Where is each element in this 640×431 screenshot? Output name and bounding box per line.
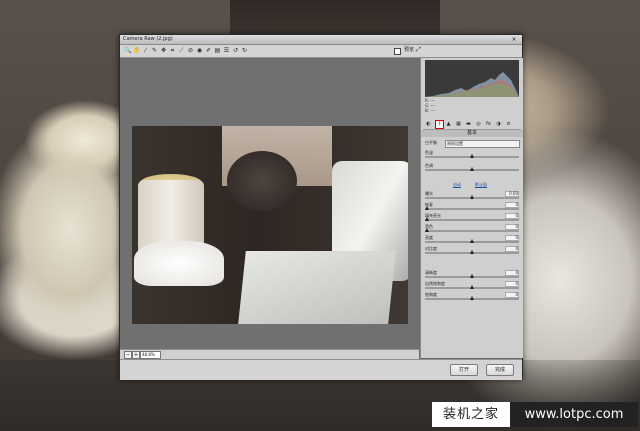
crop-tool-icon[interactable]: ⌗ (169, 47, 176, 54)
recovery-slider-thumb[interactable] (424, 206, 429, 210)
camera-raw-dialog: Camera Raw (2.jpg) × 🔍 ✋ ⁄ ✎ ✥ ⌗ ⟋ ⊘ ◉ ✐ ▤ ☰ ↺ ↻ 预览 ⤢… (119, 34, 523, 380)
image-canvas[interactable] (120, 58, 419, 349)
panel-section-title: 基本 (421, 130, 523, 137)
contrast-slider-row: 对比度 0 (425, 246, 519, 256)
adjustment-brush-icon[interactable]: ✐ (205, 47, 212, 54)
tint-slider-row: 色调 (425, 163, 519, 173)
graduated-filter-icon[interactable]: ▤ (214, 47, 221, 54)
fullscreen-icon[interactable]: ⤢ (416, 47, 422, 53)
tab-hsl-icon[interactable]: ▦ (455, 121, 462, 128)
target-adjust-tool-icon[interactable]: ✥ (160, 47, 167, 54)
close-icon[interactable]: × (509, 36, 519, 43)
hand-tool-icon[interactable]: ✋ (133, 47, 140, 54)
blacks-slider-track[interactable] (425, 230, 519, 232)
auto-link[interactable]: 自动 (453, 182, 461, 188)
vibrance-label: 自然饱和度 (425, 281, 445, 286)
rgb-readout: R: --- G: --- B: --- (425, 98, 519, 118)
vibrance-slider-thumb[interactable] (470, 285, 474, 289)
brightness-label: 亮度 (425, 235, 433, 240)
tab-effects-icon[interactable]: fx (485, 121, 492, 128)
adjustment-panel: R: --- G: --- B: --- ◐ ⌇ ▲ ▦ ▬ ◎ fx ◑ ≡ 基本 白平衡 原… (420, 58, 523, 358)
temperature-label: 色温 (425, 150, 433, 155)
photo-knee (227, 151, 297, 211)
histogram (425, 60, 519, 97)
dialog-footer: 打开 完成 (120, 359, 522, 380)
preferences-icon[interactable]: ☰ (223, 47, 230, 54)
white-balance-tool-icon[interactable]: ⁄ (142, 47, 149, 54)
blacks-slider-row: 黑色 0 (424, 224, 519, 234)
vibrance-slider-row: 自然饱和度 0 (425, 281, 519, 291)
default-link[interactable]: 默认值 (475, 182, 487, 188)
tab-basic-icon[interactable]: ◐ (425, 121, 432, 128)
white-balance-label: 白平衡 (425, 140, 437, 145)
red-eye-tool-icon[interactable]: ◉ (196, 47, 203, 54)
title-bar[interactable]: Camera Raw (2.jpg) × (120, 35, 522, 45)
open-button[interactable]: 打开 (450, 364, 478, 376)
preview-checkbox[interactable] (394, 48, 401, 55)
clarity-slider-row: 清晰度 0 (425, 270, 519, 280)
auto-default-row: 自动 默认值 (425, 182, 519, 188)
photo-magazine (238, 251, 396, 324)
white-balance-row: 白平衡 原照设置 (425, 139, 520, 148)
straighten-tool-icon[interactable]: ⟋ (178, 47, 185, 54)
zoom-bar: − + 48.8% (120, 349, 419, 359)
photo-cream-cup (134, 241, 224, 286)
saturation-slider-row: 饱和度 0 (425, 292, 519, 302)
histogram-graph (425, 72, 519, 97)
color-sampler-tool-icon[interactable]: ✎ (151, 47, 158, 54)
tab-detail-icon[interactable]: ▲ (445, 121, 452, 128)
preview-image[interactable] (132, 126, 408, 324)
tab-split-toning-icon[interactable]: ▬ (465, 121, 472, 128)
watermark: 装机之家 www.lotpc.com (432, 402, 638, 427)
saturation-slider-thumb[interactable] (470, 296, 474, 300)
tab-lens-icon[interactable]: ◎ (475, 121, 482, 128)
blacks-slider-thumb[interactable] (424, 228, 429, 232)
clarity-slider-thumb[interactable] (470, 274, 474, 278)
preview-label: 预览 (403, 47, 414, 53)
temperature-slider-row: 色温 (425, 150, 519, 160)
watermark-url: www.lotpc.com (510, 402, 638, 427)
temperature-slider-thumb[interactable] (470, 154, 474, 158)
white-balance-select[interactable]: 原照设置 (445, 140, 520, 148)
clarity-label: 清晰度 (425, 270, 437, 275)
window-title: Camera Raw (2.jpg) (123, 36, 173, 42)
fill-light-slider-thumb[interactable] (424, 217, 429, 221)
tab-presets-icon[interactable]: ≡ (505, 121, 512, 128)
rotate-right-icon[interactable]: ↻ (241, 47, 248, 54)
tint-slider-thumb[interactable] (470, 167, 474, 171)
recovery-slider-row: 恢复 0 (424, 202, 519, 212)
tint-label: 色调 (425, 163, 433, 168)
tab-tone-curve-icon[interactable]: ⌇ (435, 120, 444, 129)
exposure-slider-row: 曝光 0.00 (425, 191, 519, 201)
exposure-label: 曝光 (425, 191, 433, 196)
rotate-left-icon[interactable]: ↺ (232, 47, 239, 54)
brightness-slider-thumb[interactable] (470, 239, 474, 243)
blue-readout: B: --- (425, 108, 435, 113)
zoom-in-button[interactable]: + (132, 351, 140, 359)
fill-light-slider-row: 填充亮光 0 (424, 213, 519, 223)
fill-light-slider-track[interactable] (425, 219, 519, 221)
tab-camera-calibration-icon[interactable]: ◑ (495, 121, 502, 128)
zoom-out-button[interactable]: − (124, 351, 132, 359)
zoom-tool-icon[interactable]: 🔍 (124, 47, 131, 54)
brightness-slider-row: 亮度 0 (425, 235, 519, 245)
panel-tab-bar: ◐ ⌇ ▲ ▦ ▬ ◎ fx ◑ ≡ (423, 120, 521, 130)
toolbar: 🔍 ✋ ⁄ ✎ ✥ ⌗ ⟋ ⊘ ◉ ✐ ▤ ☰ ↺ ↻ 预览 ⤢ (120, 45, 522, 58)
saturation-label: 饱和度 (425, 292, 437, 297)
done-button[interactable]: 完成 (486, 364, 514, 376)
contrast-slider-thumb[interactable] (470, 250, 474, 254)
spot-removal-tool-icon[interactable]: ⊘ (187, 47, 194, 54)
zoom-level-select[interactable]: 48.8% (140, 351, 161, 359)
watermark-site-name: 装机之家 (432, 402, 510, 427)
exposure-slider-thumb[interactable] (470, 195, 474, 199)
contrast-label: 对比度 (425, 246, 437, 251)
recovery-slider-track[interactable] (425, 208, 519, 210)
